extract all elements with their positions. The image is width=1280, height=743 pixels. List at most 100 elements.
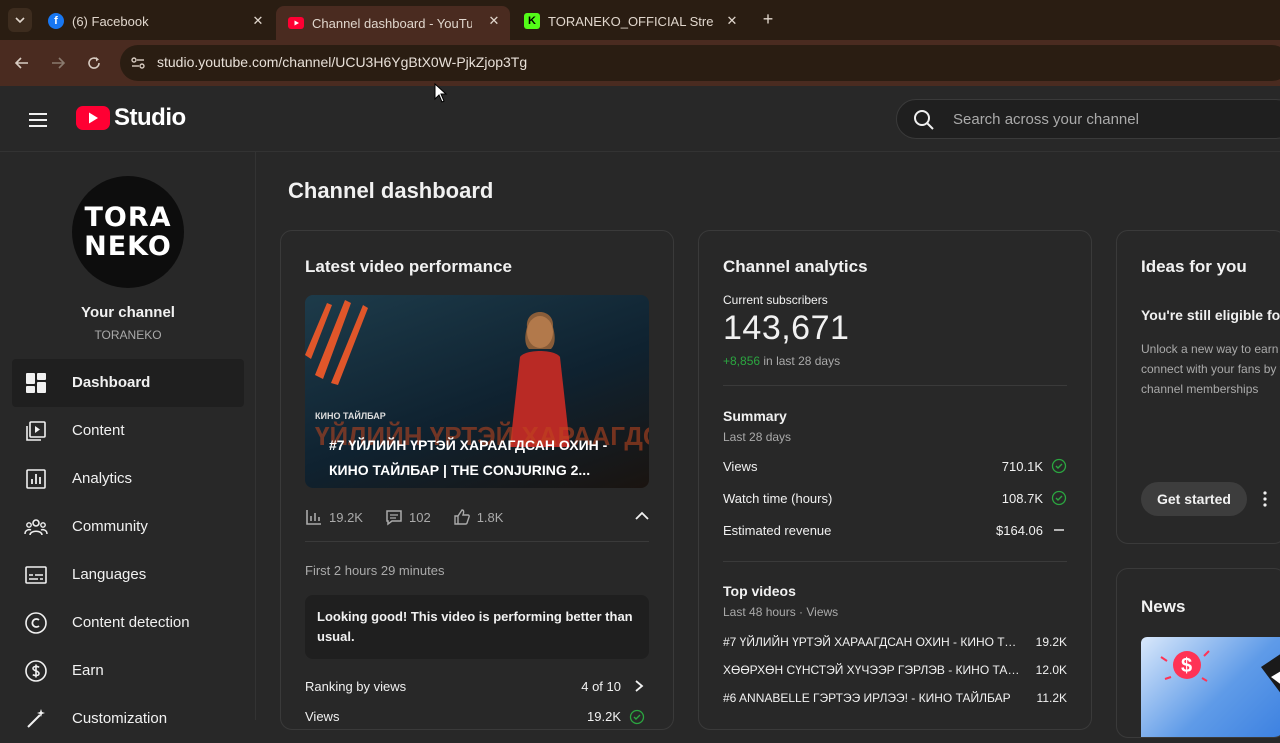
sidebar-item-label: Analytics [72,470,133,487]
search-placeholder[interactable]: Search across your channel [953,111,1139,128]
ideas-heading: You're still eligible for [1141,307,1280,323]
close-tab-icon[interactable]: ✕ [724,13,740,29]
avatar-text: TORA [84,202,172,233]
channel-name: TORANEKO [94,328,162,342]
facebook-icon: f [48,13,64,29]
card-title: Latest video performance [305,257,512,276]
forward-button[interactable] [47,52,69,74]
channel-search[interactable]: Search across your channel [896,99,1280,139]
comments-count: 102 [408,509,431,525]
ranking-label: Ranking by views [305,679,407,694]
sidebar: TORA NEKO Your channel TORANEKO Dashboar… [0,152,256,728]
chevron-down-icon [15,17,25,24]
dollar-icon [25,660,47,682]
reload-button[interactable] [83,52,105,74]
top-videos-period: Last 48 hours · Views [723,605,839,619]
top-video-title[interactable]: ХӨӨРХӨН СҮНСТЭЙ ХҮЧЭЭР ГЭРЛЭВ - КИНО ТАЙ… [723,663,1023,677]
analytics-icon [26,469,46,489]
sidebar-item-label: Customization [72,710,168,727]
comment-icon [386,510,402,526]
dashboard-icon [26,373,46,393]
sidebar-item-community[interactable]: Community [12,503,244,551]
top-video-title[interactable]: #6 ANNABELLE ГЭРТЭЭ ИРЛЭЭ! - КИНО ТАЙЛБА… [723,691,1023,705]
studio-logo[interactable]: Studio [76,104,186,132]
dash-icon [1054,529,1064,531]
sidebar-nav: Dashboard Content Analytics Community La… [12,359,244,743]
top-video-row[interactable]: #7 ҮЙЛИЙН ҮРТЭЙ ХАРААГДСАН ОХИН - КИНО Т… [723,635,1067,652]
dollar-badge-graphic: $ [1160,650,1280,693]
performance-message: Looking good! This video is performing b… [305,595,649,659]
copyright-icon [25,612,47,634]
check-circle-icon [1051,458,1067,474]
arrow-left-icon [14,57,28,69]
site-info-icon[interactable] [128,53,148,73]
address-bar[interactable]: studio.youtube.com/channel/UCU3H6YgBtX0W… [120,45,1280,81]
get-started-button[interactable]: Get started [1141,482,1247,516]
claw-mark-graphic [305,300,368,385]
chevron-up-icon[interactable] [633,507,651,525]
sidebar-item-label: Dashboard [72,374,151,391]
ranking-row[interactable]: Ranking by views 4 of 10 [305,679,649,694]
summary-label: Watch time (hours) [723,491,833,506]
top-video-title[interactable]: #7 ҮЙЛИЙН ҮРТЭЙ ХАРААГДСАН ОХИН - КИНО Т… [723,635,1023,649]
sidebar-item-languages[interactable]: Languages [12,551,244,599]
tab-title: (6) Facebook [72,13,149,29]
sidebar-item-content[interactable]: Content [12,407,244,455]
divider [723,385,1067,386]
tab-search-button[interactable] [8,8,32,32]
sidebar-item-content-detection[interactable]: Content detection [12,599,244,647]
tab-kick[interactable]: K TORANEKO_OFFICIAL Stream - Kick ✕ [512,6,748,36]
tab-youtube-studio[interactable]: Channel dashboard - YouTube Studio ✕ [276,6,510,40]
back-button[interactable] [11,52,33,74]
search-icon[interactable] [913,109,935,131]
new-tab-button[interactable]: + [758,9,778,29]
close-tab-icon[interactable]: ✕ [486,13,502,29]
tab-title: TORANEKO_OFFICIAL Stream - Kick [548,13,714,29]
url-text[interactable]: studio.youtube.com/channel/UCU3H6YgBtX0W… [157,54,527,70]
latest-video-card: Latest video performance КИНО ТАЙЛБАР ҮЙ… [280,230,674,730]
sidebar-item-analytics[interactable]: Analytics [12,455,244,503]
browser-toolbar: studio.youtube.com/channel/UCU3H6YgBtX0W… [0,40,1280,86]
youtube-logo-icon [76,106,110,130]
top-video-row[interactable]: #6 ANNABELLE ГЭРТЭЭ ИРЛЭЭ! - КИНО ТАЙЛБА… [723,691,1067,708]
divider [305,541,649,542]
summary-value: $164.06 [996,523,1043,538]
avatar-text: NEKO [84,231,172,262]
browser-tab-bar: f (6) Facebook ✕ Channel dashboard - You… [0,0,1280,40]
top-video-row[interactable]: ХӨӨРХӨН СҮНСТЭЙ ХҮЧЭЭР ГЭРЛЭВ - КИНО ТАЙ… [723,663,1067,680]
close-tab-icon[interactable]: ✕ [250,13,266,29]
first-period-label: First 2 hours 29 minutes [305,563,445,578]
subscribers-delta-value: +8,856 [723,354,761,368]
video-thumbnail[interactable]: КИНО ТАЙЛБАР ҮЙЛИЙН ҮРТЭЙ ХАРААГДСАН ОХИ… [305,295,649,488]
chevron-right-icon[interactable] [633,679,645,693]
views-stat: 19.2K [305,508,363,526]
tab-title: Channel dashboard - YouTube Studio [312,15,472,31]
channel-avatar[interactable]: TORA NEKO [72,176,184,288]
views-value: 19.2K [587,709,621,724]
reload-icon [88,57,100,69]
menu-icon[interactable] [26,108,50,132]
ideas-body: Unlock a new way to earn and connect wit… [1141,342,1280,396]
summary-value: 108.7K [1001,491,1043,506]
top-videos-title: Top videos [723,583,796,599]
mouse-cursor-icon [434,83,448,103]
video-title[interactable]: #7 ҮЙЛИЙН ҮРТЭЙ ХАРААГДСАН ОХИН - КИНО Т… [329,433,639,483]
views-label: Views [305,709,340,724]
tab-facebook[interactable]: f (6) Facebook ✕ [36,6,274,36]
youtube-icon [288,15,304,31]
news-image[interactable]: $ [1141,637,1280,737]
community-icon [24,519,48,536]
magic-wand-icon [27,709,45,728]
views-row: Views 19.2K [305,709,649,725]
summary-period: Last 28 days [723,430,792,444]
sidebar-item-dashboard[interactable]: Dashboard [12,359,244,407]
more-options-icon[interactable] [1263,491,1267,507]
subtitles-icon [25,566,47,584]
arrow-right-icon [52,57,66,69]
subscribers-delta: +8,856 in last 28 days [723,354,840,368]
your-channel-label: Your channel [81,304,175,321]
summary-row: Watch time (hours) 108.7K [723,490,1067,506]
sidebar-item-customization[interactable]: Customization [12,695,244,743]
sidebar-item-earn[interactable]: Earn [12,647,244,695]
card-title: Channel analytics [723,257,868,276]
